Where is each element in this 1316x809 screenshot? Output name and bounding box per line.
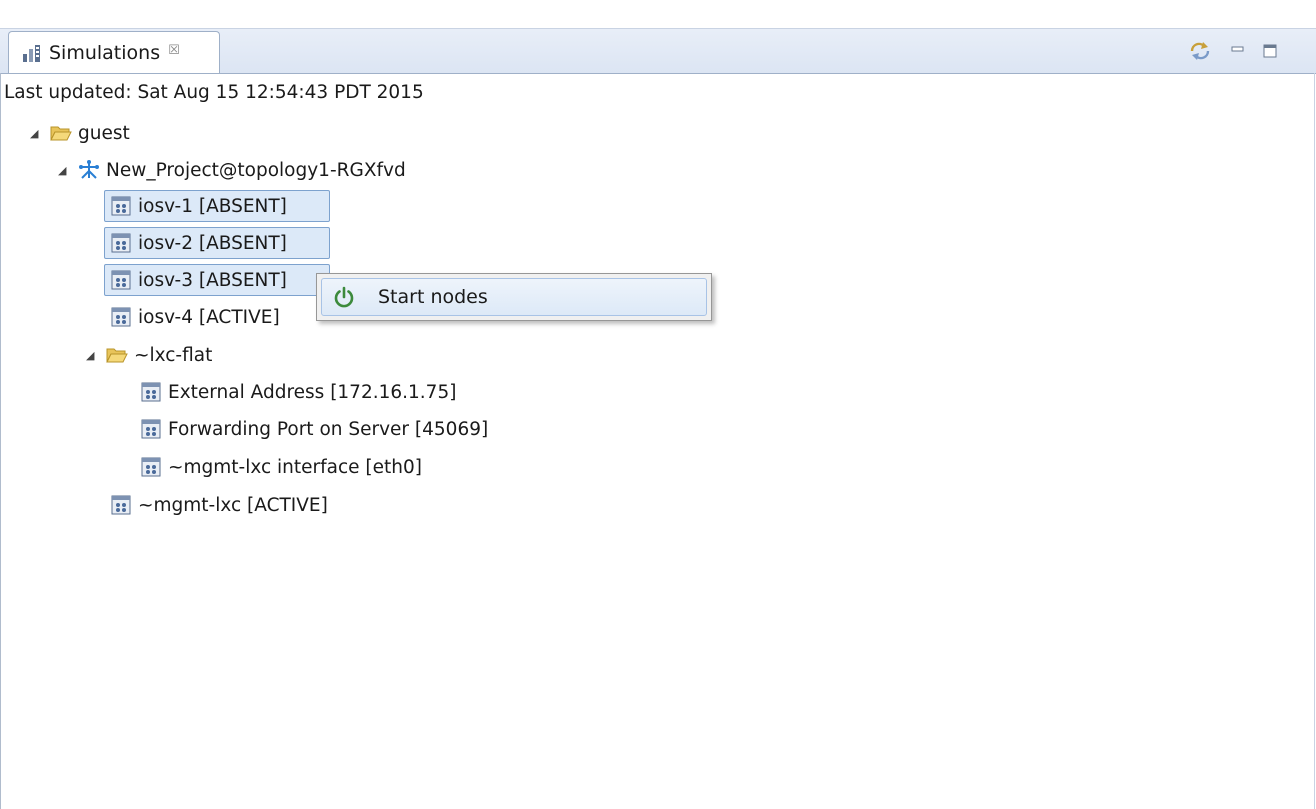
node-icon: [140, 456, 162, 478]
tree-node-label: iosv-3 [ABSENT]: [138, 269, 287, 291]
top-strip: [0, 0, 1316, 28]
tree-node-label: ~mgmt-lxc [ACTIVE]: [138, 494, 328, 516]
tab-bar-border: [0, 73, 1316, 74]
tree-node-project[interactable]: ◢ New_Project@topology1-RGXfvd: [58, 155, 406, 185]
tree-node-iosv-4[interactable]: iosv-4 [ACTIVE]: [110, 302, 280, 332]
folder-open-icon: [50, 122, 72, 144]
node-icon: [110, 306, 132, 328]
tree-node-label: New_Project@topology1-RGXfvd: [106, 159, 406, 181]
power-icon: [332, 285, 356, 309]
menu-item-start-nodes[interactable]: Start nodes: [321, 278, 707, 316]
topology-icon: [78, 159, 100, 181]
tree-node-forwarding-port[interactable]: Forwarding Port on Server [45069]: [140, 414, 488, 444]
tree-node-label: External Address [172.16.1.75]: [168, 381, 457, 403]
tree-node-lxc-flat[interactable]: ◢ ~lxc-flat: [86, 340, 212, 370]
tree-node-mgmt-interface[interactable]: ~mgmt-lxc interface [eth0]: [140, 452, 422, 482]
expanded-arrow-icon[interactable]: ◢: [58, 164, 72, 177]
tree-node-iosv-2[interactable]: iosv-2 [ABSENT]: [110, 228, 287, 258]
tree-node-label: ~mgmt-lxc interface [eth0]: [168, 456, 422, 478]
tree-node-mgmt-lxc[interactable]: ~mgmt-lxc [ACTIVE]: [110, 490, 328, 520]
tree-node-label: ~lxc-flat: [134, 344, 213, 366]
tree-node-label: iosv-1 [ABSENT]: [138, 195, 287, 217]
node-icon: [140, 381, 162, 403]
context-menu: Start nodes: [316, 273, 712, 321]
tab-simulations[interactable]: Simulations ☒: [8, 31, 220, 74]
view-tab-bar: Simulations ☒: [0, 28, 1316, 74]
maximize-icon[interactable]: [1256, 37, 1284, 65]
node-icon: [110, 269, 132, 291]
expanded-arrow-icon[interactable]: ◢: [86, 349, 100, 362]
tree-node-label: iosv-2 [ABSENT]: [138, 232, 287, 254]
simulations-view: Simulations ☒ Last updated: Sat Aug 15 1…: [0, 0, 1316, 809]
tab-label: Simulations: [49, 42, 161, 64]
view-left-border: [0, 73, 1, 809]
close-icon[interactable]: ☒: [168, 43, 180, 58]
tree-node-iosv-1[interactable]: iosv-1 [ABSENT]: [110, 191, 287, 221]
sync-icon[interactable]: [1186, 37, 1214, 65]
tree-node-external-address[interactable]: External Address [172.16.1.75]: [140, 377, 456, 407]
tree-node-label: iosv-4 [ACTIVE]: [138, 306, 280, 328]
minimize-icon[interactable]: [1224, 37, 1252, 65]
tree-node-label: guest: [78, 122, 130, 144]
simulations-icon: [21, 42, 43, 64]
tree-node-guest[interactable]: ◢ guest: [30, 118, 130, 148]
view-right-border: [1314, 73, 1315, 809]
node-icon: [140, 418, 162, 440]
node-icon: [110, 494, 132, 516]
expanded-arrow-icon[interactable]: ◢: [30, 127, 44, 140]
folder-open-icon: [106, 344, 128, 366]
node-icon: [110, 195, 132, 217]
tree-node-label: Forwarding Port on Server [45069]: [168, 418, 489, 440]
menu-item-label: Start nodes: [378, 286, 488, 308]
last-updated-text: Last updated: Sat Aug 15 12:54:43 PDT 20…: [4, 82, 424, 103]
node-icon: [110, 232, 132, 254]
tree-node-iosv-3[interactable]: iosv-3 [ABSENT]: [110, 265, 287, 295]
